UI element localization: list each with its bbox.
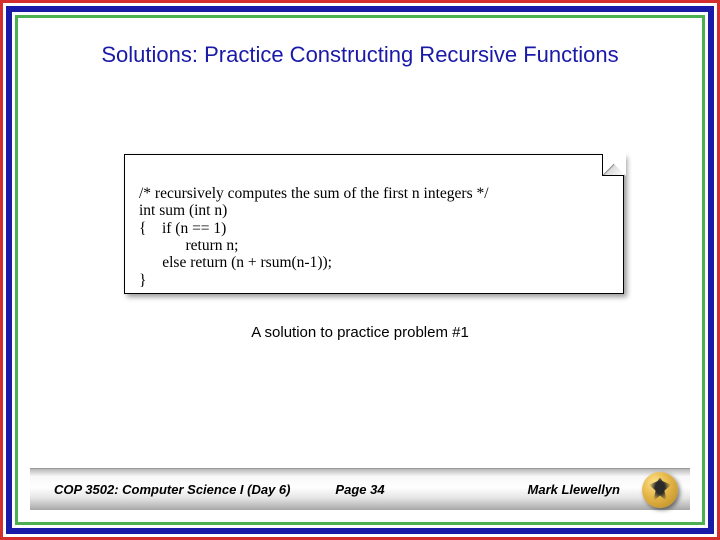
caption-text: A solution to practice problem #1 [24, 324, 696, 341]
ucf-logo-icon [642, 472, 678, 508]
footer-author: Mark Llewellyn [528, 482, 620, 497]
folded-corner-icon [602, 154, 624, 176]
code-note-box: /* recursively computes the sum of the f… [124, 154, 624, 294]
outer-blue-border: Solutions: Practice Constructing Recursi… [6, 6, 714, 534]
inner-green-border: Solutions: Practice Constructing Recursi… [15, 15, 705, 525]
footer-bar: COP 3502: Computer Science I (Day 6) Pag… [30, 468, 690, 510]
slide-title: Solutions: Practice Constructing Recursi… [24, 42, 696, 68]
content-area: Solutions: Practice Constructing Recursi… [24, 24, 696, 516]
slide: Solutions: Practice Constructing Recursi… [0, 0, 720, 540]
code-block: /* recursively computes the sum of the f… [139, 185, 613, 289]
